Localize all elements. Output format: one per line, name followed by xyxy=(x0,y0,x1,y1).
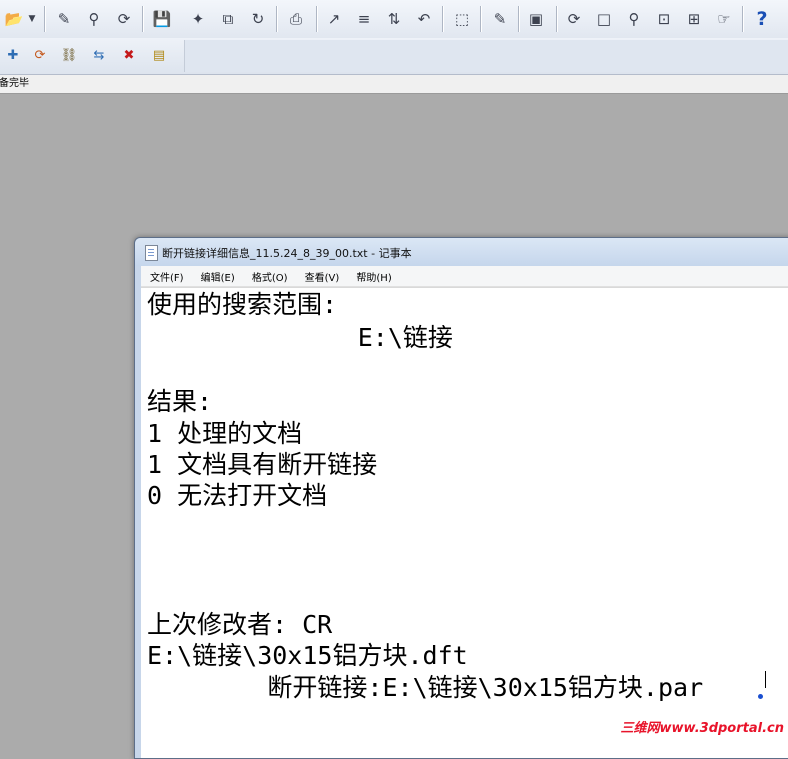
fit-icon[interactable]: ⊡ xyxy=(652,7,676,31)
toolbar-separator xyxy=(742,6,743,32)
text-line: E:\链接\30x15铝方块.dft xyxy=(147,641,468,670)
relink-icon[interactable]: ⟳ xyxy=(29,44,51,66)
menu-format[interactable]: 格式(O) xyxy=(249,269,291,289)
notepad-window[interactable]: 断开链接详细信息_11.5.24_8_39_00.txt - 记事本 文件(F)… xyxy=(134,237,788,759)
open-icon[interactable]: 📂 xyxy=(2,7,26,31)
tool-icon[interactable]: ☞ xyxy=(712,7,736,31)
toolbar-separator xyxy=(44,6,45,32)
toolbar-separator xyxy=(142,6,143,32)
toolbar-separator xyxy=(442,6,443,32)
save-icon[interactable]: 💾 xyxy=(150,7,174,31)
text-line: 1 处理的文档 xyxy=(147,419,303,448)
menu-edit[interactable]: 编辑(E) xyxy=(198,269,238,289)
refresh-icon[interactable]: ⟳ xyxy=(112,7,136,31)
text-line: 1 文档具有断开链接 xyxy=(147,450,378,479)
toolbar-empty-area xyxy=(184,40,788,72)
text-line: 0 无法打开文档 xyxy=(147,481,328,510)
text-line: 结果: xyxy=(147,387,213,416)
notepad-icon xyxy=(145,245,158,261)
toolbar-separator xyxy=(316,6,317,32)
menu-help[interactable]: 帮助(H) xyxy=(353,269,394,289)
capture-icon[interactable]: ▣ xyxy=(524,7,548,31)
list-links-icon[interactable]: ▤ xyxy=(148,44,170,66)
watermark-text: 三维网www.3dportal.cn xyxy=(620,721,784,736)
notepad-text-area[interactable]: 使用的搜索范围: E:\链接 结果: 1 处理的文档 1 文档具有断开链接 0 … xyxy=(141,287,788,758)
copy-icon[interactable]: ⧉ xyxy=(216,7,240,31)
pan-icon[interactable]: ⊞ xyxy=(682,7,706,31)
sort-icon[interactable]: ⇅ xyxy=(382,7,406,31)
status-bar: 备完毕 xyxy=(0,75,788,94)
zoom-icon[interactable]: ⚲ xyxy=(622,7,646,31)
toolbar-separator xyxy=(556,6,557,32)
status-text: 备完毕 xyxy=(0,78,29,89)
text-line: 使用的搜索范围: xyxy=(147,290,338,319)
zoom-area-icon[interactable]: □ xyxy=(592,7,616,31)
undo-icon[interactable]: ↶ xyxy=(412,7,436,31)
select-box-icon[interactable]: ⬚ xyxy=(450,7,474,31)
select-cursor-icon[interactable]: ↗ xyxy=(322,7,346,31)
break-link-icon[interactable]: ✖ xyxy=(118,44,140,66)
text-caret xyxy=(765,671,766,688)
help-icon[interactable]: ? xyxy=(750,7,774,31)
rotate-view-icon[interactable]: ⟳ xyxy=(562,7,586,31)
main-toolbar: 📂 ▼ ✎ ⚲ ⟳ 💾 ✦ ⧉ ↻ ⎙ ↗ ≡ ⇅ ↶ ⬚ ✎ ▣ ⟳ □ ⚲ … xyxy=(0,0,788,39)
marker-icon[interactable]: ✎ xyxy=(488,7,512,31)
toolbar-separator xyxy=(518,6,519,32)
chain-icon[interactable]: ⛓ xyxy=(58,44,80,66)
new-doc-icon[interactable]: ✦ xyxy=(186,7,210,31)
toolbar-separator xyxy=(480,6,481,32)
print-icon[interactable]: ⎙ xyxy=(284,7,308,31)
text-line: 上次修改者: CR xyxy=(147,610,333,639)
menu-view[interactable]: 查看(V) xyxy=(302,269,343,289)
notepad-menubar: 文件(F) 编辑(E) 格式(O) 查看(V) 帮助(H) xyxy=(141,266,788,287)
link-toolbar: ✚ ⟳ ⛓ ⇆ ✖ ▤ xyxy=(0,38,788,75)
add-link-icon[interactable]: ✚ xyxy=(2,44,24,66)
number-list-icon[interactable]: ≡ xyxy=(352,7,376,31)
text-line: E:\链接 xyxy=(147,323,453,352)
edit-link-icon[interactable]: ✎ xyxy=(52,7,76,31)
link-icon[interactable]: ↻ xyxy=(246,7,270,31)
cursor-dot xyxy=(758,694,763,699)
notepad-title: 断开链接详细信息_11.5.24_8_39_00.txt - 记事本 xyxy=(162,247,412,260)
text-line: 断开链接:E:\链接\30x15铝方块.par xyxy=(147,673,704,702)
toolbar-separator xyxy=(276,6,277,32)
notepad-titlebar[interactable]: 断开链接详细信息_11.5.24_8_39_00.txt - 记事本 xyxy=(135,238,788,266)
move-link-icon[interactable]: ⇆ xyxy=(88,44,110,66)
inspect-icon[interactable]: ⚲ xyxy=(82,7,106,31)
menu-file[interactable]: 文件(F) xyxy=(147,269,187,289)
dropdown-arrow-icon[interactable]: ▼ xyxy=(26,8,38,30)
